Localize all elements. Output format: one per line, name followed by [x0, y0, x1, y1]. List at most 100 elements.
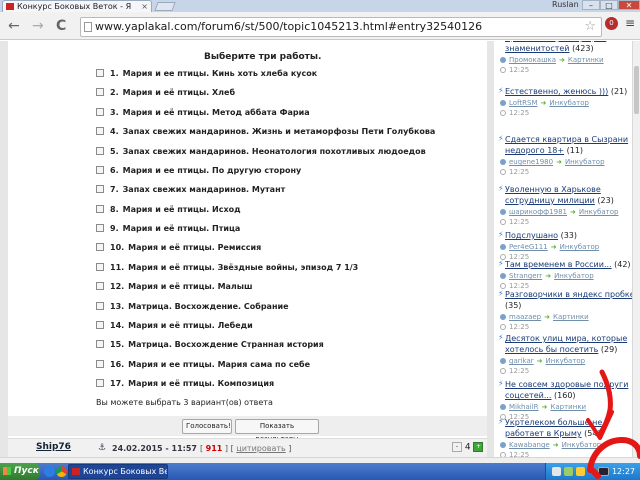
poll-checkbox[interactable] [96, 320, 104, 329]
poll-checkbox[interactable] [96, 242, 104, 251]
sidebar-item-link[interactable]: Подслушано [505, 231, 558, 240]
rating-plus-button[interactable]: + [473, 442, 484, 452]
tab-close-icon[interactable]: × [141, 1, 148, 12]
sidebar-item-category[interactable]: Картинки [553, 313, 589, 321]
extension-icon[interactable]: 0 [605, 17, 618, 30]
tray-language-icon[interactable] [598, 467, 609, 476]
poll-option[interactable]: 8. Мария и её птицы. Исход [96, 204, 241, 216]
sidebar-item-title[interactable]: ⚡ Там временем в России... (42) [498, 259, 632, 270]
post-number-link[interactable]: 911 [206, 444, 223, 453]
bookmark-star-icon[interactable]: ☆ [584, 18, 596, 36]
poll-option[interactable]: 17. Мария и её птицы. Композиция [96, 378, 274, 390]
poll-checkbox[interactable] [96, 68, 104, 77]
show-results-button[interactable]: Показать результаты [235, 419, 319, 443]
poll-option[interactable]: 7. Запах свежих мандаринов. Мутант [96, 184, 285, 196]
vote-button[interactable]: Голосовать! [182, 419, 232, 434]
new-tab-button[interactable] [154, 2, 176, 11]
address-bar[interactable]: www.yaplakal.com/forum6/st/500/topic1045… [80, 17, 602, 37]
poll-checkbox[interactable] [96, 165, 104, 174]
sidebar-item-category[interactable]: Инкубатор [562, 441, 602, 449]
sidebar-item-link[interactable]: Там временем в России... [505, 260, 612, 269]
poll-option[interactable]: 6. Мария и ее птицы. По другую сторону [96, 165, 301, 177]
sidebar-item-title[interactable]: ⚡ Не совсем здоровые подруги соцсетей... … [498, 379, 632, 401]
sidebar-item-user[interactable]: maazaep [509, 313, 541, 321]
rating-minus-button[interactable]: - [452, 442, 462, 452]
browser-menu-icon[interactable]: ≡ [624, 16, 636, 30]
poll-option[interactable]: 3. Мария и её птицы. Метод аббата Фариа [96, 107, 310, 119]
poll-option[interactable]: 4. Запах свежих мандаринов. Жизнь и метам… [96, 126, 435, 138]
sidebar-item-user[interactable]: garikar [509, 357, 534, 365]
poll-checkbox[interactable] [96, 359, 104, 368]
tray-network-icon[interactable] [552, 467, 561, 476]
sidebar-item-title[interactable]: ⚡ Сдается квартира в Сызрани недорого 18+… [498, 134, 632, 156]
quicklaunch-chrome-icon[interactable] [56, 466, 67, 477]
tray-antivirus-icon[interactable] [564, 467, 573, 476]
sidebar-item-user[interactable]: MikhailR [509, 403, 539, 411]
sidebar-item-category[interactable]: Инкубатор [560, 243, 600, 251]
poll-option[interactable]: 16. Мария и ее птицы. Мария сама по себе [96, 359, 310, 371]
sidebar-item-user[interactable]: Промокашка [509, 56, 556, 64]
poll-checkbox[interactable] [96, 223, 104, 232]
sidebar-item-title[interactable]: ⚡Армейские фотографии знаменитостей (423… [498, 41, 632, 54]
sidebar-item-category[interactable]: Инкубатор [565, 158, 605, 166]
poll-option[interactable]: 2. Мария и её птицы. Хлеб [96, 87, 235, 99]
poll-option[interactable]: 1. Мария и ее птицы. Кинь хоть хлеба кусо… [96, 68, 317, 80]
poll-option[interactable]: 11. Мария и её птицы. Звёздные войны, эпи… [96, 262, 358, 274]
sidebar-item-category[interactable]: Картинки [568, 56, 604, 64]
sidebar-item-title[interactable]: ⚡ Разговорчики в яндекс пробке (35) [498, 289, 632, 311]
poll-checkbox[interactable] [96, 126, 104, 135]
back-arrow-icon[interactable]: ← [8, 19, 20, 33]
sidebar-item-user[interactable]: Per4eG111 [509, 243, 548, 251]
sidebar-item-user[interactable]: шарикофф1981 [509, 208, 567, 216]
poll-option[interactable]: 15. Матрица. Восхождение Странная история [96, 339, 324, 351]
poll-checkbox[interactable] [96, 281, 104, 290]
sidebar-item-user[interactable]: Kawabange [509, 441, 550, 449]
sidebar-item-category[interactable]: Инкубатор [546, 357, 586, 365]
quicklaunch-ie-icon[interactable] [44, 466, 55, 477]
post-author-link[interactable]: Ship76 [36, 442, 71, 452]
sidebar-item-link[interactable]: Разговорчики в яндекс пробке [505, 290, 632, 299]
poll-checkbox[interactable] [96, 204, 104, 213]
sidebar-item-link[interactable]: Естественно, женюсь ))) [505, 87, 608, 96]
sidebar-item-title[interactable]: ⚡ Уволенную в Харькове сотрудницу милиции… [498, 184, 632, 206]
poll-option[interactable]: 5. Запах свежих мандаринов. Неонатология … [96, 146, 426, 158]
poll-checkbox[interactable] [96, 378, 104, 387]
poll-checkbox[interactable] [96, 146, 104, 155]
anchor-icon[interactable]: ⚓ [98, 443, 106, 453]
poll-option[interactable]: 12. Мария и её птицы. Малыш [96, 281, 253, 293]
taskbar-task-chrome[interactable]: Конкурс Боковых Ве... [68, 464, 168, 479]
poll-checkbox[interactable] [96, 107, 104, 116]
poll-option[interactable]: 9. Мария и её птицы. Птица [96, 223, 240, 235]
sidebar-item-category[interactable]: Инкубатор [554, 272, 594, 280]
sidebar-item-category[interactable]: Картинки [550, 403, 586, 411]
sidebar-item-user[interactable]: Strangerr [509, 272, 542, 280]
sidebar-item-title[interactable]: ⚡ Естественно, женюсь ))) (21) [498, 86, 632, 97]
browser-tab[interactable]: Конкурс Боковых Веток - Я × [2, 0, 152, 12]
profile-label[interactable]: Ruslan [552, 0, 579, 10]
sidebar-item-link[interactable]: Уволенную в Харькове сотрудницу милиции [505, 185, 601, 205]
poll-checkbox[interactable] [96, 339, 104, 348]
scrollbar-thumb[interactable] [634, 66, 639, 114]
reload-icon[interactable]: C [56, 19, 66, 33]
window-close-button[interactable]: ✕ [618, 0, 640, 10]
poll-checkbox[interactable] [96, 262, 104, 271]
sidebar-item-title[interactable]: ⚡ Укртелеком больше не работает в Крыму (… [498, 417, 632, 439]
poll-checkbox[interactable] [96, 301, 104, 310]
poll-option[interactable]: 13. Матрица. Восхождение. Собрание [96, 301, 289, 313]
poll-option[interactable]: 14. Мария и её птицы. Лебеди [96, 320, 253, 332]
quote-link[interactable]: цитировать [236, 444, 285, 453]
sidebar-item-user[interactable]: LoftRSM [509, 99, 538, 107]
sidebar-item-title[interactable]: ⚡ Подслушано (33) [498, 230, 632, 241]
vertical-scrollbar[interactable] [632, 41, 640, 457]
sidebar-item-category[interactable]: Инкубатор [579, 208, 619, 216]
poll-checkbox[interactable] [96, 87, 104, 96]
poll-checkbox[interactable] [96, 184, 104, 193]
window-minimize-button[interactable]: – [582, 0, 600, 10]
window-maximize-button[interactable]: □ [600, 0, 618, 10]
start-button[interactable]: Пуск [0, 463, 40, 480]
poll-option[interactable]: 10. Мария и её птицы. Ремиссия [96, 242, 261, 254]
forward-arrow-icon[interactable]: → [32, 19, 44, 33]
sidebar-item-category[interactable]: Инкубатор [549, 99, 589, 107]
tray-volume-icon[interactable] [576, 467, 585, 476]
sidebar-item-title[interactable]: ⚡ Десяток улиц мира, которые хотелось бы … [498, 333, 632, 355]
